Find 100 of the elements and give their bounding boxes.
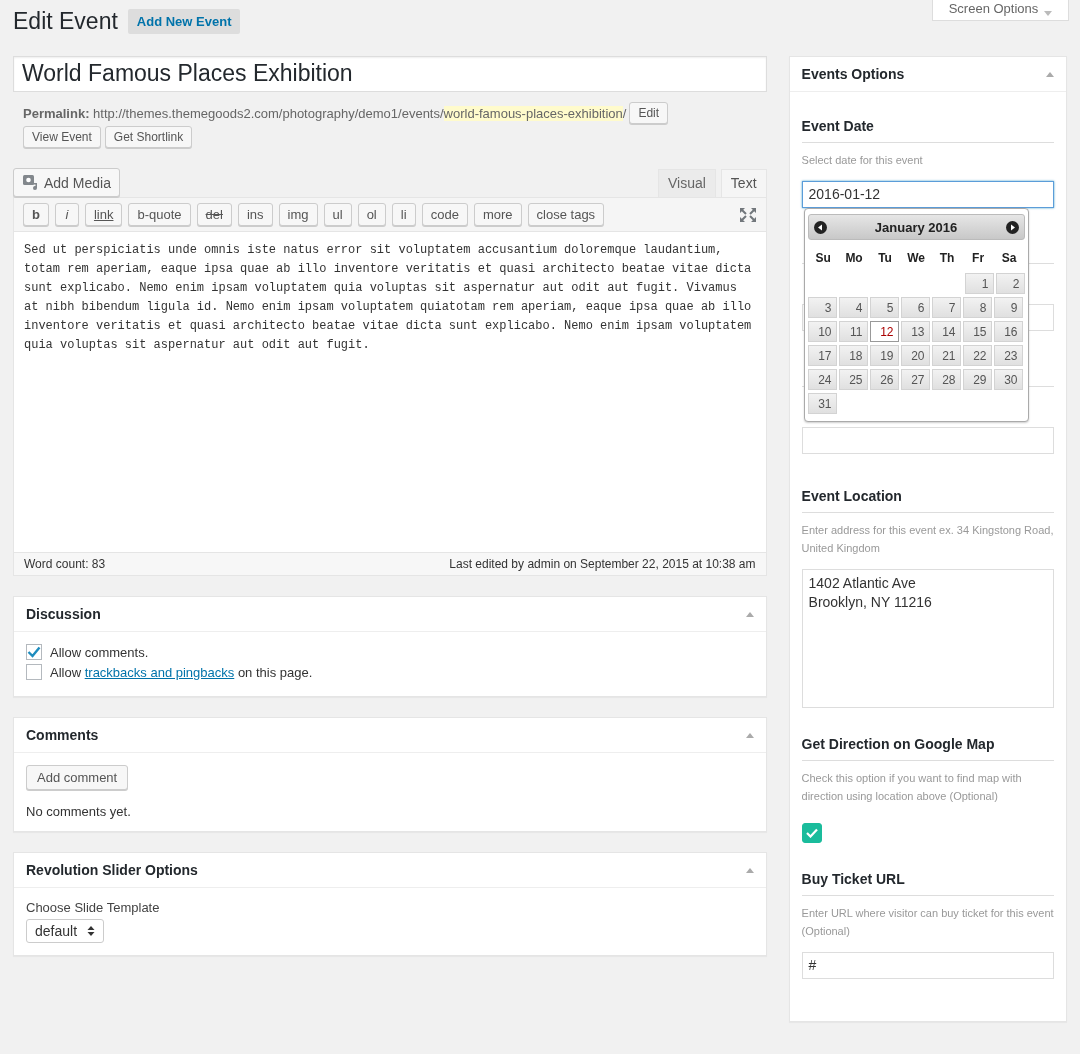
calendar-day[interactable]: 11 xyxy=(838,321,868,342)
edit-button[interactable]: Edit xyxy=(629,102,669,124)
calendar-day[interactable]: 24 xyxy=(807,369,837,390)
action-button[interactable]: View Event xyxy=(23,126,101,148)
format-button[interactable]: b xyxy=(23,203,49,226)
calendar-day[interactable]: 15 xyxy=(962,321,992,342)
updown-icon xyxy=(87,925,96,937)
hint-text: Enter URL where visitor can buy ticket for this event (Optional) xyxy=(801,906,1054,939)
address-field[interactable]: 1402 Atlantic Ave Brooklyn, NY 11216 xyxy=(801,569,1054,708)
calendar-day[interactable]: 4 xyxy=(838,297,868,318)
weekday-label: Th xyxy=(938,251,956,265)
calendar-day[interactable]: 12 xyxy=(869,321,899,342)
format-button[interactable]: link xyxy=(84,203,123,226)
calendar-day[interactable]: 25 xyxy=(838,369,868,390)
editor-tab[interactable]: Text xyxy=(720,169,767,197)
section-title: Buy Ticket URL xyxy=(801,871,1054,896)
collapse-icon[interactable] xyxy=(745,732,754,738)
option-label: Allow trackbacks and pingbacks on this page. xyxy=(50,664,313,680)
weekday-label: Mo xyxy=(844,251,864,265)
calendar-day[interactable]: 23 xyxy=(993,345,1023,366)
action-button[interactable]: Get Shortlink xyxy=(104,126,193,148)
calendar-day[interactable]: 20 xyxy=(900,345,930,366)
calendar-day[interactable]: 19 xyxy=(869,345,899,366)
weekday-label: Tu xyxy=(877,251,893,265)
word-count: Word count: 83 xyxy=(24,557,106,571)
format-button[interactable]: ins xyxy=(237,203,273,226)
link[interactable]: trackbacks and pingbacks xyxy=(84,664,235,680)
collapse-icon[interactable] xyxy=(745,867,754,873)
weekday-label: Sa xyxy=(1000,251,1018,265)
last-edited-text: Last edited by admin on September 22, 2015 at 10:38 am xyxy=(449,557,756,571)
template-select[interactable]: default xyxy=(26,919,105,943)
calendar-day[interactable]: 9 xyxy=(993,297,1023,318)
calendar-day[interactable]: 16 xyxy=(993,321,1023,342)
format-button[interactable]: more xyxy=(473,203,522,226)
checkbox[interactable] xyxy=(801,823,822,843)
next-icon[interactable] xyxy=(1005,220,1019,234)
calendar-day[interactable]: 22 xyxy=(962,345,992,366)
hint-text: Check this option if you want to find map with direction using location above (Optional) xyxy=(801,771,1023,804)
format-button[interactable]: ul xyxy=(323,203,352,226)
format-button[interactable]: ol xyxy=(357,203,386,226)
fullscreen-icon[interactable] xyxy=(738,206,757,223)
url-field[interactable]: # xyxy=(801,952,1054,979)
calendar-day[interactable]: 10 xyxy=(807,321,837,342)
hint-text: Enter address for this event ex. 34 Kingstong Road, United Kingdom xyxy=(801,523,1054,556)
calendar-day[interactable]: 29 xyxy=(962,369,992,390)
weekday-label: We xyxy=(906,251,926,265)
format-button[interactable]: li xyxy=(391,203,416,226)
add-comment-button[interactable]: Add comment xyxy=(26,765,129,790)
weekday-label: Fr xyxy=(971,251,986,265)
calendar-day[interactable]: 18 xyxy=(838,345,868,366)
media-icon xyxy=(22,174,39,191)
calendar-day[interactable]: 26 xyxy=(869,369,899,390)
editor-tab[interactable]: Visual xyxy=(657,169,716,197)
screen-options-tab[interactable]: Screen Options xyxy=(932,0,1069,21)
section-title: Get Direction on Google Map xyxy=(801,736,1054,761)
section-title: Event Location xyxy=(801,488,1054,513)
calendar-day[interactable]: 28 xyxy=(931,369,961,390)
date-field[interactable]: 2016-01-12 xyxy=(801,181,1054,208)
permalink-text: Permalink: http://themes.themegoods2.com/photography/demo1/events/world-famous-places-exhibition/ xyxy=(23,105,627,121)
panel-title: Discussion xyxy=(26,606,101,622)
checkbox[interactable] xyxy=(26,644,42,660)
calendar-day[interactable]: 27 xyxy=(900,369,930,390)
option-label: Allow comments. xyxy=(50,644,149,660)
calendar-day[interactable]: 5 xyxy=(869,297,899,318)
format-button[interactable]: close tags xyxy=(527,203,605,226)
calendar-day[interactable]: 21 xyxy=(931,345,961,366)
field-label: Choose Slide Template xyxy=(26,900,161,915)
add-new-button[interactable]: Add New Event xyxy=(127,9,241,34)
checkbox[interactable] xyxy=(26,664,42,680)
weekday-label: Su xyxy=(814,251,832,265)
calendar-day[interactable]: 31 xyxy=(807,393,837,414)
title-field[interactable]: World Famous Places Exhibition xyxy=(13,56,767,92)
calendar-day[interactable]: 13 xyxy=(900,321,930,342)
previous-icon[interactable] xyxy=(813,220,827,234)
calendar-day[interactable]: 3 xyxy=(807,297,837,318)
calendar-day[interactable]: 6 xyxy=(900,297,930,318)
calendar-day[interactable]: 14 xyxy=(931,321,961,342)
page-title: Edit Event xyxy=(13,8,118,35)
calendar-day[interactable]: 1 xyxy=(964,273,994,294)
empty-message: No comments yet. xyxy=(26,804,132,819)
add-media-button[interactable]: Add Media xyxy=(13,168,120,197)
format-button[interactable]: i xyxy=(54,203,79,226)
calendar-day[interactable]: 7 xyxy=(931,297,961,318)
collapse-icon[interactable] xyxy=(745,611,754,617)
check-icon xyxy=(27,646,41,658)
format-button[interactable]: img xyxy=(278,203,318,226)
text-field[interactable] xyxy=(801,427,1054,454)
calendar-day[interactable]: 30 xyxy=(993,369,1023,390)
collapse-icon[interactable] xyxy=(1046,71,1054,77)
format-button[interactable]: b-quote xyxy=(128,203,191,226)
calendar-day[interactable]: 8 xyxy=(962,297,992,318)
panel-title: Revolution Slider Options xyxy=(26,862,198,878)
panel-title: Events Options xyxy=(801,66,905,82)
editor-text[interactable]: Sed ut perspiciatis unde omnis iste natus error sit voluptatem accusantium doloremque laudantium, totam rem aperiam, eaque ipsa quae ab illo inventore veritatis et quasi architecto beatae vitae dicta sunt explicabo. Nemo enim ipsam voluptatem quia voluptas sit aspernatur aut odit aut fugit. Vivamus at nibh bibendum ligula id. Nemo enim ipsam voluptatem quiatotam rem aperiam, eaque ipsa quae ab illo inventore veritatis et quasi architecto beatae vitae dicta sunt explicabo. Nemo enim ipsam voluptatem quia voluptas sit aspernatur aut odit aut fugit. xyxy=(14,232,766,552)
calendar-day[interactable]: 2 xyxy=(995,273,1025,294)
check-icon xyxy=(805,828,818,838)
format-button[interactable]: del xyxy=(196,203,232,226)
format-button[interactable]: code xyxy=(421,203,468,226)
calendar-day[interactable]: 17 xyxy=(807,345,837,366)
month-title: January 2016 xyxy=(874,219,958,235)
